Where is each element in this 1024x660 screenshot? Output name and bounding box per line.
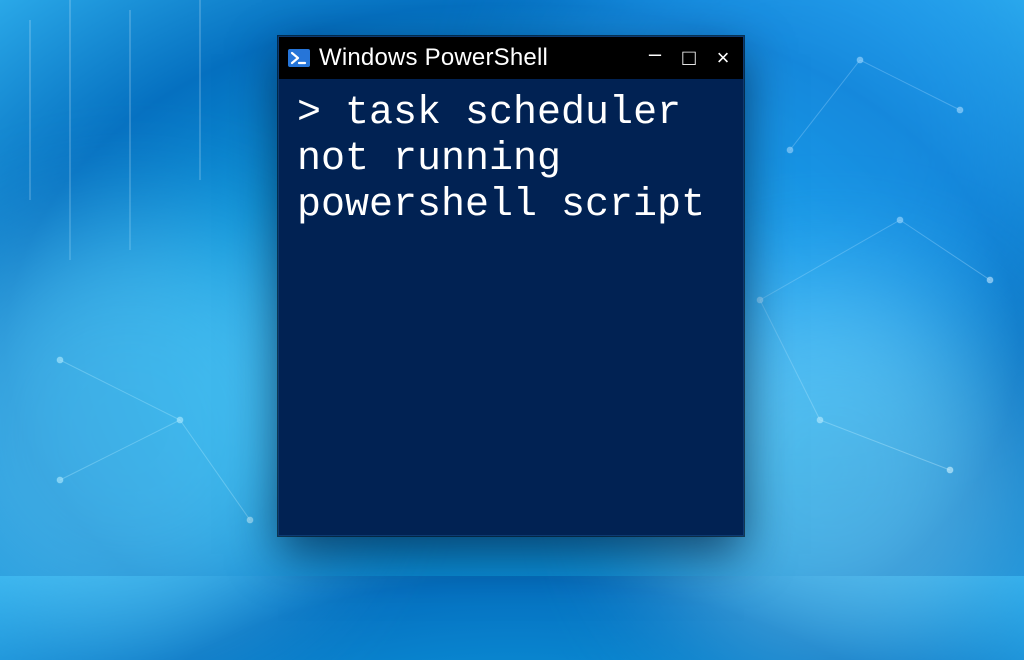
terminal-body[interactable]: > task scheduler not running powershell … [279,79,743,247]
prompt-symbol: > [297,91,345,136]
close-button[interactable]: × [713,47,733,69]
window-title: Windows PowerShell [319,44,637,72]
window-controls: – □ × [645,47,733,69]
minimize-button[interactable]: – [645,43,665,65]
command-text: task scheduler not running powershell sc… [297,91,705,228]
maximize-button[interactable]: □ [679,47,699,69]
powershell-window: Windows PowerShell – □ × > task schedule… [278,36,744,536]
powershell-icon [287,46,311,70]
titlebar[interactable]: Windows PowerShell – □ × [279,37,743,79]
